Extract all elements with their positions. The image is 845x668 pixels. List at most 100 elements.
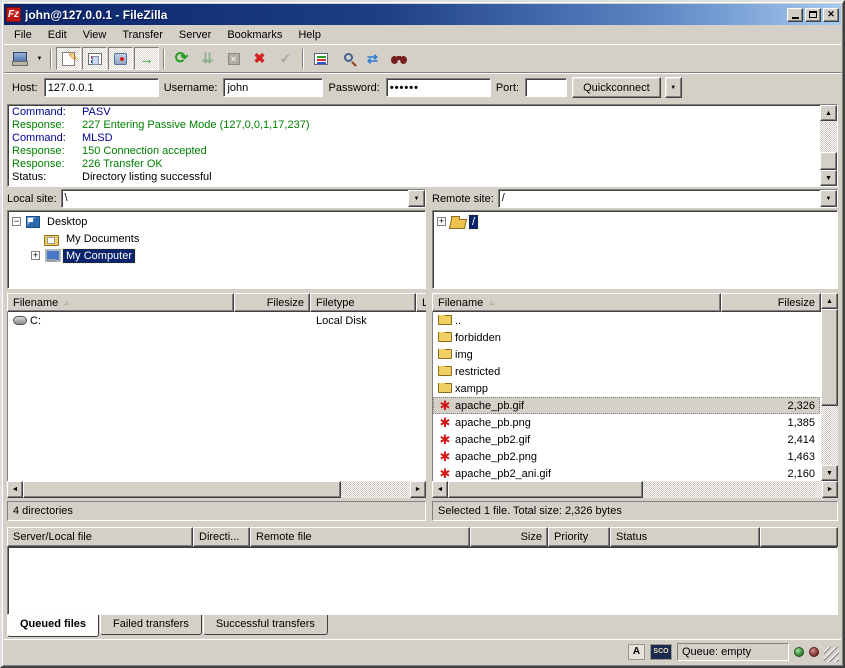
scroll-thumb[interactable]: [821, 309, 838, 406]
remote-file-row[interactable]: forbidden: [433, 329, 820, 346]
reconnect-button[interactable]: ✓: [273, 47, 298, 70]
site-manager-dropdown[interactable]: ▼: [33, 47, 46, 70]
remote-file-row[interactable]: restricted: [433, 363, 820, 380]
toggle-local-tree-button[interactable]: [82, 47, 107, 70]
scroll-left-button[interactable]: ◄: [432, 481, 448, 498]
scroll-track[interactable]: [820, 121, 837, 170]
tab-queued-files[interactable]: Queued files: [7, 615, 99, 637]
queue-col-remote-file[interactable]: Remote file: [250, 527, 470, 547]
binoculars-icon: [391, 56, 407, 65]
minimize-button[interactable]: [787, 8, 803, 22]
resize-grip[interactable]: [824, 647, 839, 662]
local-site-combo[interactable]: \ ▼: [61, 189, 426, 208]
username-input[interactable]: [223, 78, 323, 97]
filename-text: img: [455, 349, 473, 361]
process-queue-button[interactable]: ⇊: [195, 47, 220, 70]
find-files-button[interactable]: [386, 47, 411, 70]
menu-help[interactable]: Help: [290, 27, 329, 43]
remote-file-row[interactable]: img: [433, 346, 820, 363]
remote-file-row[interactable]: xampp: [433, 380, 820, 397]
menu-view[interactable]: View: [75, 27, 115, 43]
directory-comparison-button[interactable]: [334, 47, 359, 70]
cell-filesize: 1,463: [720, 451, 820, 463]
local-col-filename[interactable]: Filename▵: [7, 293, 234, 312]
remote-hscroll[interactable]: ◄ ►: [432, 481, 838, 498]
image-file-icon: ✱: [438, 416, 452, 429]
tree-expander[interactable]: −: [12, 217, 21, 226]
log-scrollbar[interactable]: ▲ ▼: [820, 105, 837, 186]
queue-body: [7, 547, 838, 615]
local-hscroll[interactable]: ◄ ►: [7, 481, 426, 498]
menu-bookmarks[interactable]: Bookmarks: [219, 27, 290, 43]
remote-file-row[interactable]: ✱apache_pb.png1,385: [433, 414, 820, 431]
tree-item-desktop[interactable]: −Desktop: [8, 213, 425, 230]
scroll-track[interactable]: [821, 309, 838, 465]
queue-col-status[interactable]: Status: [610, 527, 760, 547]
local-site-dropdown[interactable]: ▼: [408, 190, 425, 207]
tree-expander[interactable]: +: [31, 251, 40, 260]
tree-expander[interactable]: +: [437, 217, 446, 226]
quickconnect-button[interactable]: Quickconnect: [572, 77, 661, 98]
remote-file-row[interactable]: ✱apache_pb2.png1,463: [433, 448, 820, 465]
site-manager-button[interactable]: [7, 47, 32, 70]
app-icon: Fz: [6, 7, 21, 22]
port-input[interactable]: [525, 78, 567, 97]
remote-col-filesize[interactable]: Filesize: [721, 293, 821, 312]
quickconnect-dropdown[interactable]: ▼: [665, 77, 682, 98]
remote-list-header: Filename▵ Filesize: [432, 293, 821, 312]
menu-transfer[interactable]: Transfer: [114, 27, 171, 43]
scroll-thumb[interactable]: [448, 481, 643, 498]
remote-site-combo[interactable]: / ▼: [498, 189, 838, 208]
remote-col-filename[interactable]: Filename▵: [432, 293, 721, 312]
tree-item-label: /: [469, 215, 478, 229]
remote-file-row[interactable]: ✱apache_pb.gif2,326: [433, 397, 820, 414]
cancel-operation-button[interactable]: ✕: [221, 47, 246, 70]
local-file-row[interactable]: C:Local Disk: [8, 312, 425, 329]
scroll-up-button[interactable]: ▲: [820, 105, 837, 121]
menu-edit[interactable]: Edit: [40, 27, 75, 43]
scroll-down-button[interactable]: ▼: [821, 465, 838, 481]
refresh-button[interactable]: ⟳: [169, 47, 194, 70]
scroll-thumb[interactable]: [820, 152, 837, 170]
remote-file-row[interactable]: ..: [433, 312, 820, 329]
scroll-up-button[interactable]: ▲: [821, 293, 838, 309]
scroll-down-button[interactable]: ▼: [820, 170, 837, 186]
queue-col-size[interactable]: Size: [470, 527, 548, 547]
local-col-filesize[interactable]: Filesize: [234, 293, 310, 312]
tree-item-item[interactable]: +/: [433, 213, 837, 230]
queue-tabs: Queued files Failed transfers Successful…: [4, 615, 841, 639]
queue-col-server-local-file[interactable]: Server/Local file: [7, 527, 193, 547]
tree-item-my-documents[interactable]: My Documents: [8, 230, 425, 247]
password-input[interactable]: [386, 78, 491, 97]
scroll-thumb[interactable]: [23, 481, 341, 498]
local-col-filetype[interactable]: Filetype: [310, 293, 416, 312]
tab-successful-transfers[interactable]: Successful transfers: [203, 615, 328, 635]
close-button[interactable]: ✕: [823, 8, 839, 22]
menu-server[interactable]: Server: [171, 27, 219, 43]
folder-icon: [438, 383, 452, 393]
toggle-remote-tree-button[interactable]: [108, 47, 133, 70]
synchronized-browsing-button[interactable]: ⇄: [360, 47, 385, 70]
scroll-right-button[interactable]: ►: [410, 481, 426, 498]
scroll-left-button[interactable]: ◄: [7, 481, 23, 498]
reconnect-icon: ✓: [280, 51, 291, 67]
maximize-button[interactable]: [805, 8, 821, 22]
queue-col-priority[interactable]: Priority: [548, 527, 610, 547]
local-site-label: Local site:: [7, 193, 57, 205]
disconnect-button[interactable]: ✖: [247, 47, 272, 70]
local-col-lastmodified[interactable]: L: [416, 293, 426, 312]
tab-failed-transfers[interactable]: Failed transfers: [100, 615, 202, 635]
toggle-queue-button[interactable]: →: [134, 47, 159, 70]
menu-file[interactable]: File: [6, 27, 40, 43]
host-input[interactable]: [44, 78, 159, 97]
toggle-log-button[interactable]: ✎: [56, 47, 81, 70]
tree-item-my-computer[interactable]: +My Computer: [8, 247, 425, 264]
remote-list-area: Filename▵ Filesize ..forbidden img restric…: [432, 293, 838, 481]
remote-vscroll[interactable]: ▲ ▼: [821, 293, 838, 481]
remote-file-row[interactable]: ✱apache_pb2.gif2,414: [433, 431, 820, 448]
queue-col-direction[interactable]: Directi...: [193, 527, 250, 547]
scroll-right-button[interactable]: ►: [822, 481, 838, 498]
filter-button[interactable]: [308, 47, 333, 70]
remote-file-row[interactable]: ✱apache_pb2_ani.gif2,160: [433, 465, 820, 481]
remote-site-dropdown[interactable]: ▼: [820, 190, 837, 207]
